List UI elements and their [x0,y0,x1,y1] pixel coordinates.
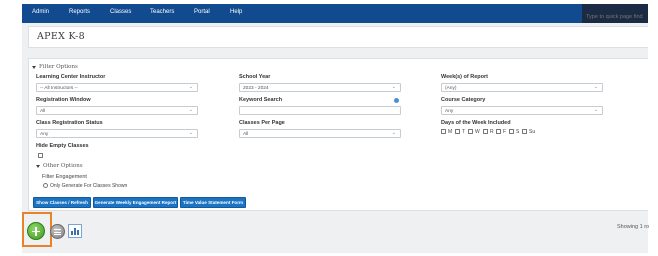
course-category-select[interactable]: Any ⌄ [441,106,603,115]
per-page-select[interactable]: All ⌄ [239,129,401,138]
chevron-down-icon: ⌄ [188,130,193,136]
day-checkbox-m[interactable] [441,129,446,134]
weeks-select-value: (Any) [445,85,457,91]
day-label-f: F [503,128,507,135]
instructor-label: Learning Center Instructor [36,74,106,80]
top-nav-bar: Admin Reports Classes Teachers Portal He… [22,4,648,23]
title-panel: APEX K-8 [28,26,648,48]
course-category-label: Course Category [441,97,486,103]
list-line-2 [54,231,61,233]
page-title: APEX K-8 [37,31,86,42]
engagement-radio[interactable] [43,183,48,188]
school-year-select-value: 2023 - 2024 [243,85,269,91]
list-line-1 [54,229,61,231]
weeks-select[interactable]: (Any) ⌄ [441,83,603,92]
list-line-3 [54,234,61,236]
chevron-down-icon: ⌄ [188,84,193,90]
filter-options-heading: Filter Options [39,64,78,70]
keyword-search-input[interactable] [239,106,401,115]
day-checkbox-s[interactable] [509,129,514,134]
chevron-down-icon: ⌄ [593,107,598,113]
chart-report-icon[interactable] [68,224,82,238]
engagement-option-label: Only Generate For Classes Shown [50,182,128,189]
nav-item-classes[interactable]: Classes [110,9,131,15]
hide-empty-label: Hide Empty Classes [36,143,89,149]
registration-window-select-value: All [40,108,46,114]
other-options-toggle[interactable]: Other Options [36,163,83,169]
instructor-select-value: -- All Instructors -- [40,85,78,91]
instructor-select[interactable]: -- All Instructors -- ⌄ [36,83,198,92]
nav-item-portal[interactable]: Portal [194,9,210,15]
class-status-select-value: Any [40,131,49,137]
day-label-m: M [448,128,453,135]
chevron-down-icon: ⌄ [188,107,193,113]
other-options-heading: Other Options [43,163,83,169]
keyword-search-label: Keyword Search [239,97,283,103]
show-classes-button[interactable]: Show Classes / Refresh [33,197,91,208]
list-circle-icon[interactable] [50,224,65,239]
add-circle-icon[interactable] [27,222,45,240]
filter-engagement-label: Filter Engagement [42,174,87,180]
school-year-label: School Year [239,74,271,80]
registration-window-select[interactable]: All ⌄ [36,106,198,115]
nav-item-teachers[interactable]: Teachers [150,9,174,15]
hide-empty-checkbox[interactable] [38,153,43,158]
day-label-s: S [516,128,520,135]
plus-vertical [35,227,37,236]
day-checkbox-t[interactable] [455,129,460,134]
nav-item-admin[interactable]: Admin [32,9,49,15]
chevron-down-icon: ⌄ [391,84,396,90]
filter-options-toggle[interactable]: Filter Options [32,64,78,70]
chevron-down-icon: ⌄ [391,130,396,136]
day-checkbox-w[interactable] [468,129,473,134]
registration-window-label: Registration Window [36,97,91,103]
class-status-select[interactable]: Any ⌄ [36,129,198,138]
nav-item-reports[interactable]: Reports [69,9,90,15]
collapse-triangle-icon [32,65,36,69]
chart-bar-2 [74,228,76,235]
weeks-label: Week(s) of Report [441,74,488,80]
day-label-r: R [490,128,494,135]
bottom-toolbar [22,213,648,253]
chevron-down-icon: ⌄ [593,84,598,90]
weekly-engagement-report-button[interactable]: Generate Weekly Engagement Report [93,197,178,208]
filter-panel: Filter Options Learning Center Instructo… [28,58,648,211]
day-label-w: W [475,128,480,135]
days-label: Days of the Week Included [441,120,511,126]
nav-item-help[interactable]: Help [230,9,242,15]
showing-count: Showing 1 ro [617,224,650,230]
per-page-select-value: All [243,131,249,137]
chart-bar-1 [71,231,73,235]
school-year-select[interactable]: 2023 - 2024 ⌄ [239,83,401,92]
info-icon[interactable] [394,98,399,103]
time-value-statement-button[interactable]: Time Value Statement Form [180,197,246,208]
day-checkbox-su[interactable] [522,129,527,134]
quick-find-input[interactable] [582,4,648,23]
day-label-su: Su [529,128,536,135]
collapse-triangle-icon [36,164,40,168]
day-checkbox-f[interactable] [496,129,501,134]
per-page-label: Classes Per Page [239,120,285,126]
day-checkbox-r[interactable] [483,129,488,134]
class-status-label: Class Registration Status [36,120,103,126]
course-category-select-value: Any [445,108,454,114]
chart-bar-3 [77,230,79,235]
day-label-t: T [462,128,466,135]
